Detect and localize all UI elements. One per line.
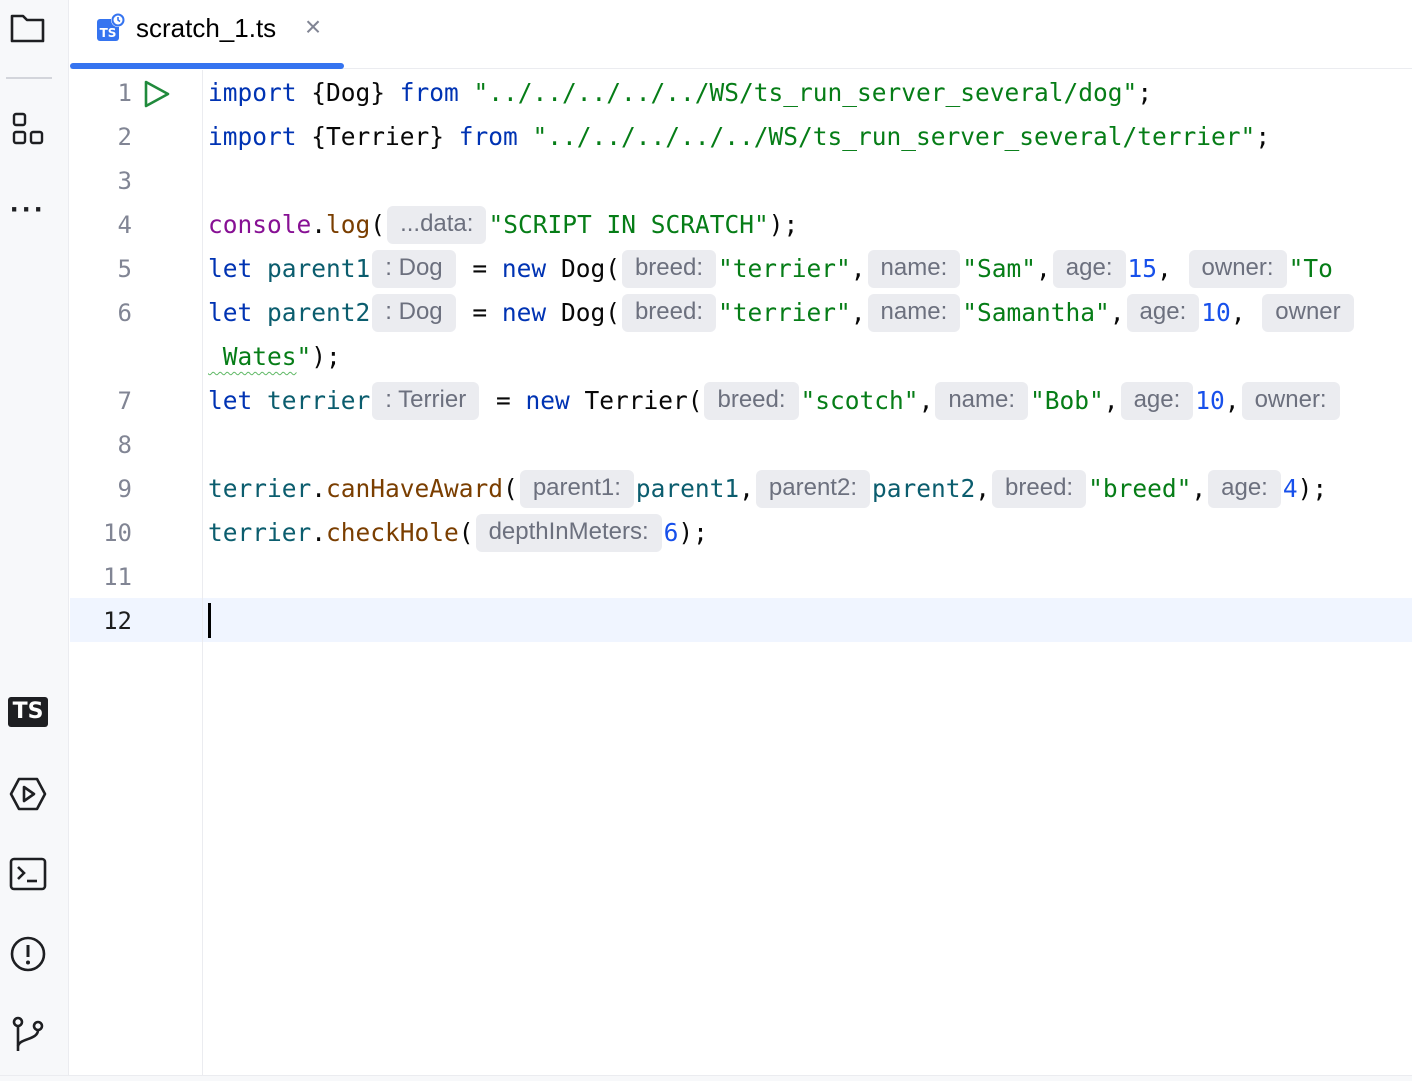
line-number: 10 — [70, 511, 132, 555]
status-bar-edge — [0, 1075, 1412, 1081]
code-editor[interactable] — [203, 70, 1412, 1075]
line-number: 2 — [70, 115, 132, 159]
more-icon-glyph: ··· — [10, 193, 46, 227]
line-number: 6 — [70, 291, 132, 335]
toolbar-separator — [6, 77, 52, 79]
terminal-icon[interactable] — [6, 852, 50, 896]
editor-tab-bar: TS scratch_1.ts × — [70, 0, 1412, 69]
tab-scratch-file[interactable]: TS scratch_1.ts × — [70, 0, 344, 68]
git-icon[interactable] — [6, 1012, 50, 1056]
problems-icon[interactable] — [6, 932, 50, 976]
run-icon[interactable] — [140, 79, 172, 109]
services-icon[interactable] — [6, 772, 50, 816]
typescript-icon[interactable]: TS — [6, 690, 50, 734]
line-number: 1 — [70, 71, 132, 115]
line-number: 8 — [70, 423, 132, 467]
tab-label: scratch_1.ts — [136, 13, 276, 44]
folder-icon[interactable] — [6, 6, 50, 50]
structure-icon[interactable] — [6, 108, 50, 152]
line-number: 5 — [70, 247, 132, 291]
tool-window-bar: ··· TS — [0, 0, 69, 1080]
line-number-current: 12 — [70, 599, 132, 643]
line-number: 9 — [70, 467, 132, 511]
line-number: 11 — [70, 555, 132, 599]
typescript-scratch-icon: TS — [96, 12, 126, 42]
tab-active-indicator — [70, 63, 344, 69]
svg-text:TS: TS — [100, 26, 117, 40]
typescript-icon-label: TS — [8, 697, 48, 727]
close-icon[interactable]: × — [300, 12, 326, 42]
more-icon[interactable]: ··· — [6, 188, 50, 232]
line-number: 4 — [70, 203, 132, 247]
line-number: 7 — [70, 379, 132, 423]
line-number: 3 — [70, 159, 132, 203]
